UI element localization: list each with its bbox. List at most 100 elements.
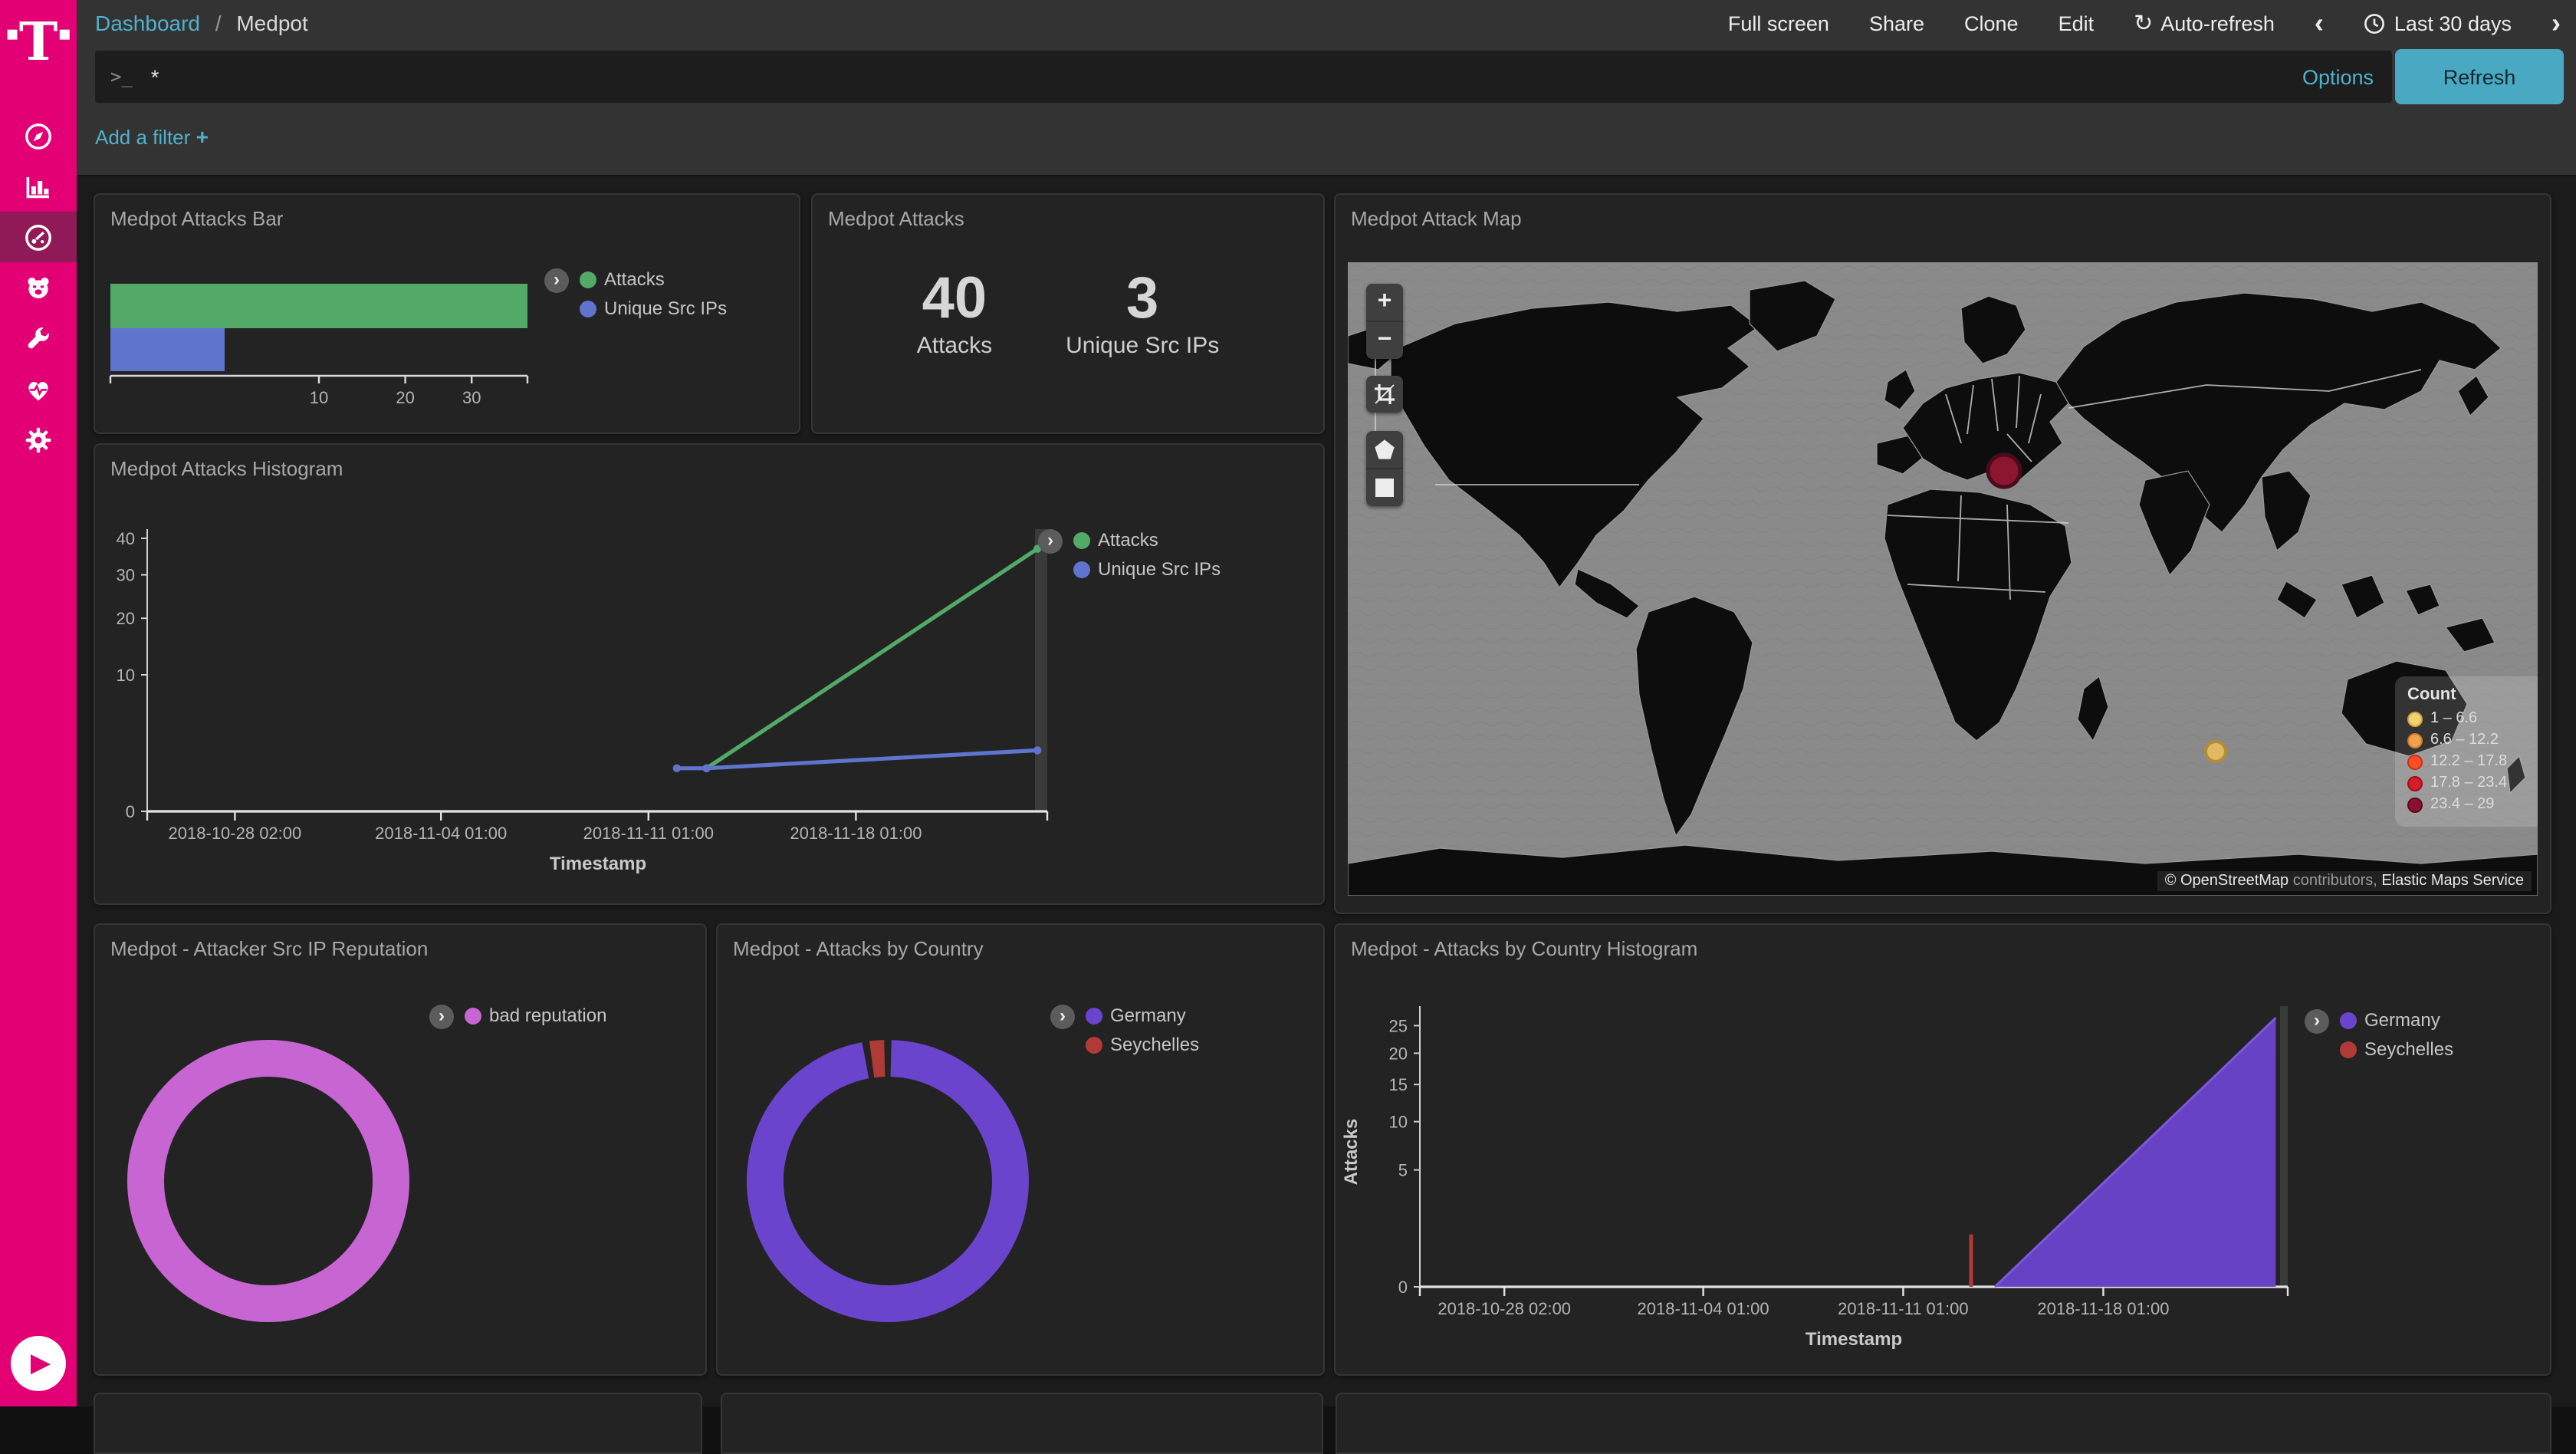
sidebar-item-monitoring[interactable] [0,364,77,414]
telekom-logo[interactable]: ▪T▪ [0,9,77,77]
map-draw-polygon-button[interactable] [1366,431,1403,469]
svg-text:2018-11-11 01:00: 2018-11-11 01:00 [1838,1299,1968,1318]
query-input[interactable]: * [151,65,159,88]
svg-text:10: 10 [1389,1113,1408,1132]
auto-refresh-button[interactable]: ↻ Auto-refresh [2134,9,2275,37]
query-options-link[interactable]: Options [2302,65,2374,88]
map-legend-item: 12.2 – 17.8 [2407,753,2532,770]
panel-title[interactable]: Medpot Attacks Histogram [110,457,343,480]
panel-title[interactable]: Medpot - Attacker Src IP Reputation [110,937,428,960]
legend-color-dot [465,1007,481,1024]
add-filter-link[interactable]: Add a filter + [95,124,209,149]
panel-title[interactable]: Medpot - Attacks by Country Histogram [1351,937,1697,960]
breadcrumb: Dashboard / Medpot [95,11,308,35]
legend: › Attacks Unique Src IPs [1038,529,1221,587]
panel-title[interactable]: Medpot Attack Map [1351,207,1522,230]
legend-item[interactable]: Unique Src IPs [580,298,727,319]
svg-text:2018-11-11 01:00: 2018-11-11 01:00 [583,824,714,843]
map-zoom-in-button[interactable]: + [1366,284,1403,322]
time-range-button[interactable]: Last 30 days [2364,12,2512,35]
legend: › Attacks Unique Src IPs [544,268,727,327]
sidebar-collapse-button[interactable]: ▶ [11,1336,66,1391]
breadcrumb-dashboard-link[interactable]: Dashboard [95,11,200,35]
panel-title[interactable]: Medpot Attacks Bar [110,207,283,230]
country-donut-chart[interactable] [719,1012,1056,1350]
svg-text:25: 25 [1389,1016,1408,1035]
query-bar[interactable]: >_ * Options [95,51,2392,103]
compass-icon [23,120,54,151]
legend-item[interactable]: Attacks [1073,529,1221,551]
heartbeat-icon [23,373,54,404]
metric-unique-src-ips: 3 Unique Src IPs [1066,268,1219,359]
legend-item[interactable]: Seychelles [2340,1038,2453,1060]
map-marker-seychelles[interactable] [2206,742,2226,762]
openstreetmap-link[interactable]: © OpenStreetMap [2165,873,2289,890]
attacks-histogram-chart[interactable]: 0102030402018-10-28 02:002018-11-04 01:0… [95,445,1323,903]
legend-expand-icon[interactable]: › [544,268,569,293]
gauge-icon [23,222,54,252]
share-button[interactable]: Share [1869,12,1924,35]
sidebar-item-visualize[interactable] [0,161,77,212]
bar-chart-icon [23,171,54,202]
gear-icon [23,424,54,455]
sidebar-item-dashboard[interactable] [0,212,77,262]
panel-attacks-histogram: Medpot Attacks Histogram 0102030402018-1… [94,443,1325,905]
legend: › Germany Seychelles [2305,1009,2453,1067]
svg-text:30: 30 [117,566,135,585]
fullscreen-button[interactable]: Full screen [1728,12,1829,35]
world-map[interactable]: + − Count 1 – 6.66.6 – 12.212.2 – 17.817… [1348,262,2538,896]
legend-item[interactable]: Seychelles [1086,1034,1199,1055]
legend-item[interactable]: Germany [2340,1009,2453,1031]
square-icon [1374,477,1395,498]
time-back-button[interactable]: ‹ [2315,9,2324,37]
legend-expand-icon[interactable]: › [1038,529,1063,554]
sidebar-item-discover[interactable] [0,110,77,161]
map-zoom-out-button[interactable]: − [1366,322,1403,359]
svg-text:0: 0 [1398,1278,1408,1297]
top-nav-bar: Dashboard / Medpot Full screen Share Clo… [77,0,2576,46]
svg-text:2018-11-18 01:00: 2018-11-18 01:00 [790,824,922,843]
svg-text:10: 10 [310,388,328,407]
map-legend-item: 6.6 – 12.2 [2407,732,2532,748]
map-legend-item: 23.4 – 29 [2407,796,2532,813]
legend-item[interactable]: Unique Src IPs [1073,558,1221,580]
panel-stub [1336,1393,2551,1454]
metric-value: 3 [1126,268,1158,330]
map-marker-germany[interactable] [1988,455,2020,487]
sidebar-item-dev-tools[interactable] [0,313,77,364]
elastic-maps-link[interactable]: Elastic Maps Service [2381,873,2524,890]
map-draw-rect-button[interactable] [1366,469,1403,506]
legend-color-dot [580,300,596,317]
legend-expand-icon[interactable]: › [429,1005,454,1029]
polygon-icon [1374,439,1395,460]
map-legend-item: 17.8 – 23.4 [2407,775,2532,791]
header: Dashboard / Medpot Full screen Share Clo… [77,0,2576,176]
refresh-button[interactable]: Refresh [2395,49,2564,104]
svg-text:20: 20 [117,609,135,628]
edit-button[interactable]: Edit [2058,12,2095,35]
legend-item[interactable]: bad reputation [465,1005,606,1026]
clone-button[interactable]: Clone [1964,12,2019,35]
sidebar-item-honeypot[interactable] [0,262,77,313]
time-forward-button[interactable]: › [2551,9,2561,37]
svg-text:15: 15 [1389,1075,1408,1094]
panel-src-ip-reputation: Medpot - Attacker Src IP Reputation › bad… [94,923,707,1376]
legend-item[interactable]: Attacks [580,268,727,290]
panel-title[interactable]: Medpot Attacks [828,207,964,230]
map-fit-bounds-button[interactable] [1366,376,1403,413]
country-histogram-chart[interactable]: 05101520252018-10-28 02:002018-11-04 01:… [1336,925,2550,1374]
kibana-dashboard-app: ▪T▪ ▶ Dashboard / Medpot Full screen Sha… [0,0,2576,1406]
legend-color-dot [1073,531,1090,548]
svg-text:Attacks: Attacks [1341,1119,1362,1186]
sidebar-item-management[interactable] [0,414,77,465]
legend-expand-icon[interactable]: › [2305,1009,2329,1034]
clock-icon [2364,12,2387,35]
panel-title[interactable]: Medpot - Attacks by Country [733,937,984,960]
svg-text:2018-11-04 01:00: 2018-11-04 01:00 [375,824,507,843]
wrench-icon [23,323,54,354]
legend-color-dot [1086,1036,1102,1053]
legend-expand-icon[interactable]: › [1050,1005,1075,1029]
reputation-donut-chart[interactable] [100,1012,437,1350]
svg-text:2018-10-28 02:00: 2018-10-28 02:00 [169,824,302,843]
legend-item[interactable]: Germany [1086,1005,1199,1026]
